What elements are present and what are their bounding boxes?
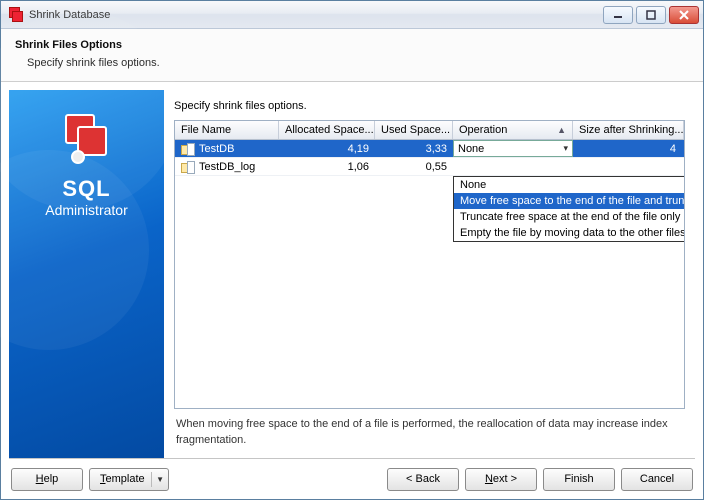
dropdown-option[interactable]: Empty the file by moving data to the oth… (454, 225, 685, 241)
brand-text: SQL Administrator (45, 176, 127, 218)
cell-file-name: TestDB_log (175, 158, 279, 175)
cell-file-name: TestDB (175, 140, 279, 157)
brand-line1: SQL (45, 176, 127, 202)
main-label: Specify shrink files options. (174, 100, 685, 112)
file-icon (181, 161, 195, 173)
close-button[interactable] (669, 6, 699, 24)
cell-size-after (573, 158, 684, 175)
chevron-down-icon: ▾ (563, 143, 568, 154)
cell-allocated: 4,19 (279, 140, 375, 157)
sidebar: SQL Administrator (9, 90, 164, 458)
file-icon (181, 143, 195, 155)
table-row[interactable]: TestDB4,193,33None▾4 (175, 140, 684, 158)
grid-body: TestDB4,193,33None▾4TestDB_log1,060,55No… (175, 140, 684, 408)
col-size-after[interactable]: Size after Shrinking... (573, 121, 684, 139)
sort-asc-icon: ▲ (557, 125, 566, 135)
files-grid: File Name Allocated Space... Used Space.… (174, 120, 685, 409)
help-button[interactable]: Help (11, 468, 83, 491)
back-button[interactable]: < Back (387, 468, 459, 491)
cell-allocated: 1,06 (279, 158, 375, 175)
app-icon (7, 7, 23, 23)
col-used[interactable]: Used Space... (375, 121, 453, 139)
minimize-button[interactable] (603, 6, 633, 24)
table-row[interactable]: TestDB_log1,060,55 (175, 158, 684, 176)
brand-line2: Administrator (45, 202, 127, 218)
cell-operation[interactable]: None▾ (453, 140, 573, 157)
hint-text: When moving free space to the end of a f… (174, 409, 685, 450)
template-button[interactable]: Template▼ (89, 468, 169, 491)
operation-dropdown[interactable]: None▾ (453, 140, 573, 157)
chevron-down-icon: ▼ (156, 475, 164, 484)
footer: Help Template▼ < Back Next > Finish Canc… (1, 459, 703, 499)
col-allocated[interactable]: Allocated Space... (279, 121, 375, 139)
dropdown-option[interactable]: Move free space to the end of the file a… (454, 193, 685, 209)
brand-icon (57, 114, 117, 164)
col-operation[interactable]: Operation▲ (453, 121, 573, 139)
next-button[interactable]: Next > (465, 468, 537, 491)
dropdown-option[interactable]: Truncate free space at the end of the fi… (454, 209, 685, 225)
cancel-button[interactable]: Cancel (621, 468, 693, 491)
col-file-name[interactable]: File Name (175, 121, 279, 139)
cell-used: 0,55 (375, 158, 453, 175)
grid-header: File Name Allocated Space... Used Space.… (175, 121, 684, 140)
cell-used: 3,33 (375, 140, 453, 157)
operation-dropdown-list[interactable]: NoneMove free space to the end of the fi… (453, 176, 685, 242)
maximize-button[interactable] (636, 6, 666, 24)
dropdown-option[interactable]: None (454, 177, 685, 193)
cell-size-after: 4 (573, 140, 684, 157)
finish-button[interactable]: Finish (543, 468, 615, 491)
cell-operation[interactable] (453, 158, 573, 175)
